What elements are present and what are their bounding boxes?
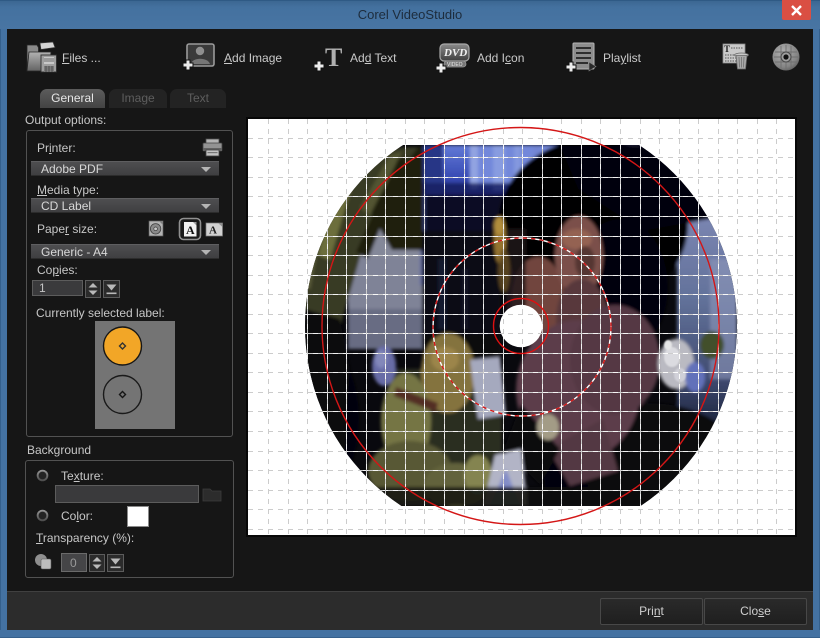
svg-text:A: A bbox=[186, 223, 195, 237]
svg-text:T: T bbox=[325, 43, 342, 72]
svg-text:T: T bbox=[724, 44, 730, 54]
svg-text:A: A bbox=[209, 225, 217, 237]
svg-text:DVD: DVD bbox=[443, 47, 467, 59]
svg-text:VIDEO: VIDEO bbox=[447, 62, 463, 68]
